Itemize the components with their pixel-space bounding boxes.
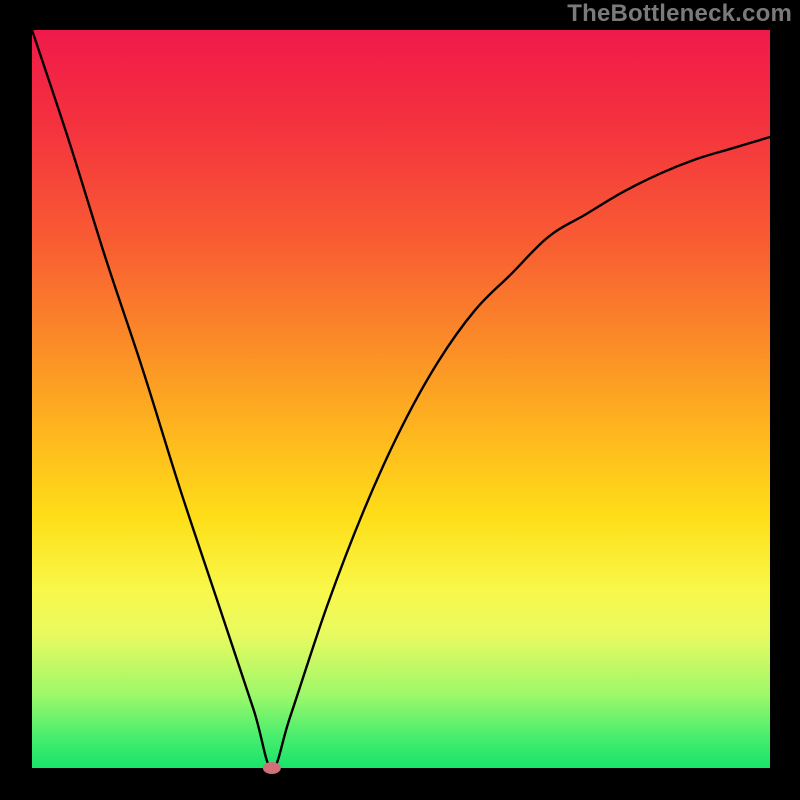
bottleneck-curve [32,30,770,768]
plot-area [32,30,770,768]
chart-frame: TheBottleneck.com [0,0,800,800]
minimum-marker [263,762,281,774]
watermark-text: TheBottleneck.com [567,0,792,28]
